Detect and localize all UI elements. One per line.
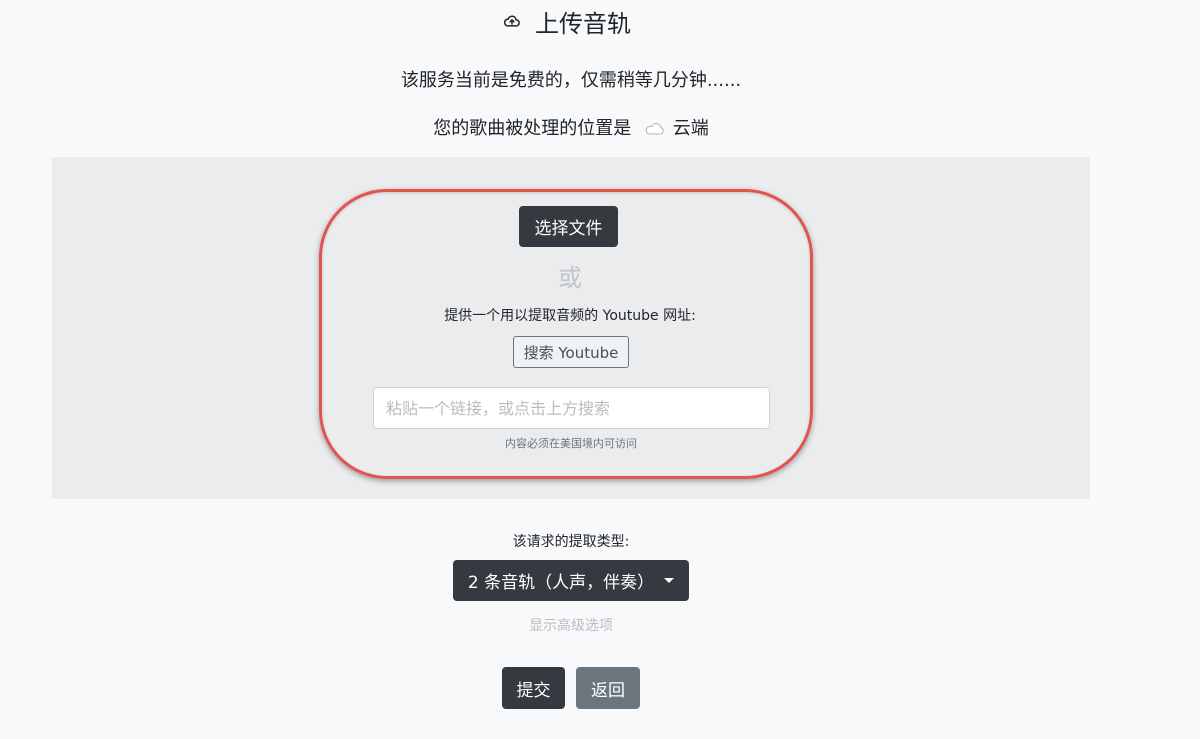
show-advanced-options-link[interactable]: 显示高级选项	[0, 615, 1142, 635]
processing-location-value: 云端	[672, 118, 709, 139]
choose-file-button[interactable]: 选择文件	[519, 206, 618, 247]
extraction-type-label: 该请求的提取类型:	[512, 534, 630, 550]
upload-page: 上传音轨 该服务当前是免费的，仅需稍等几分钟...... 您的歌曲被处理的位置是…	[0, 0, 1200, 739]
search-youtube-button[interactable]: 搜索 Youtube	[513, 336, 629, 368]
youtube-url-prompt: 提供一个用以提取音频的 Youtube 网址:	[444, 308, 696, 324]
extraction-type-dropdown[interactable]: 2 条音轨（人声，伴奏）	[453, 560, 689, 601]
or-divider: 或	[558, 264, 582, 292]
free-service-notice: 该服务当前是免费的，仅需稍等几分钟......	[400, 70, 742, 91]
cloud-icon	[645, 123, 664, 135]
processing-location: 您的歌曲被处理的位置是 云端	[0, 114, 1142, 140]
page-title: 上传音轨	[535, 9, 631, 38]
cloud-upload-icon	[503, 15, 520, 27]
processing-location-label: 您的歌曲被处理的位置是	[433, 118, 632, 139]
extraction-type-selected: 2 条音轨（人声，伴奏）	[467, 573, 655, 593]
youtube-url-input[interactable]	[373, 387, 770, 429]
url-help-text: 内容必须在美国境内可访问	[505, 437, 637, 450]
submit-button[interactable]: 提交	[502, 667, 565, 709]
page-header: 上传音轨	[0, 4, 1134, 38]
caret-down-icon	[664, 578, 675, 583]
back-button[interactable]: 返回	[576, 667, 640, 709]
